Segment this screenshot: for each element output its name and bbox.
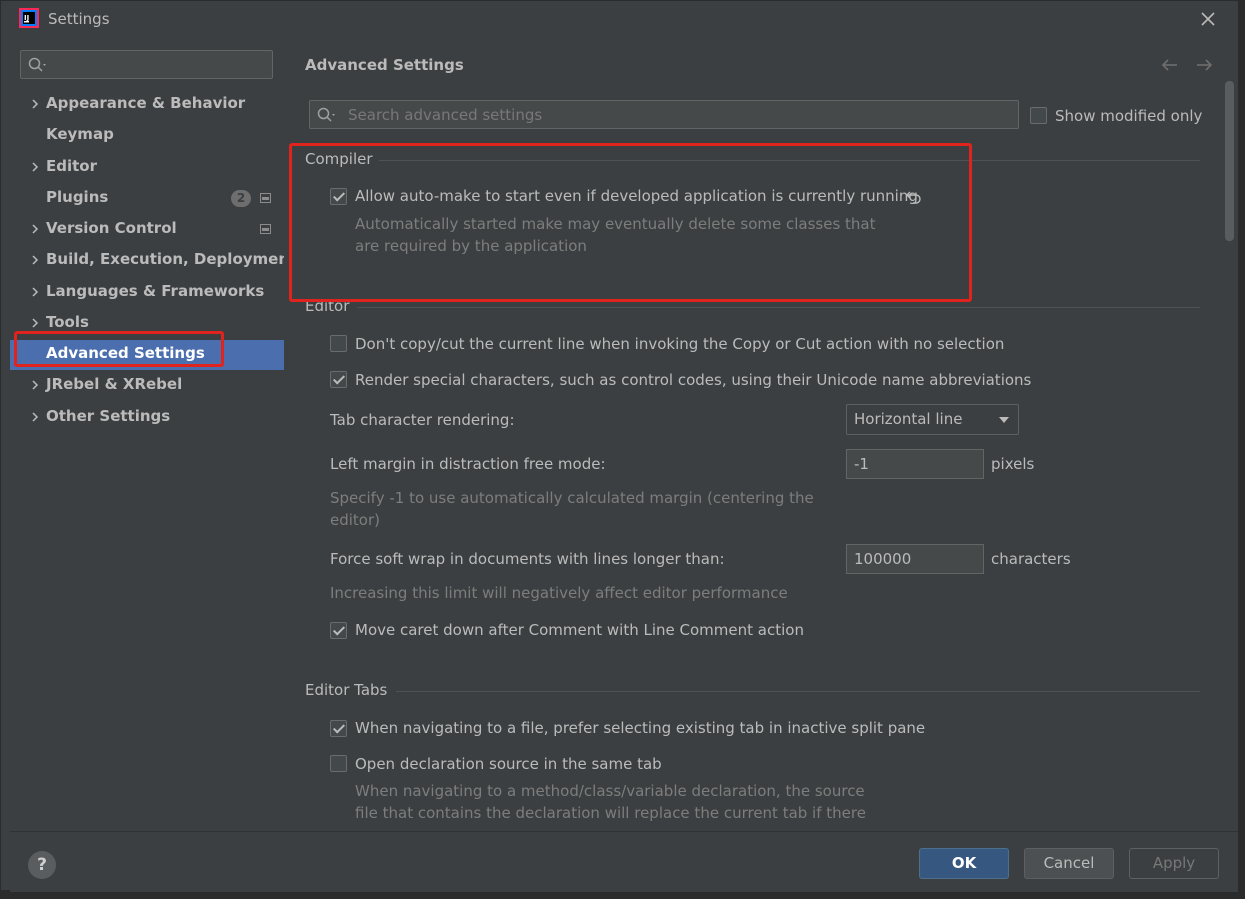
- dialog-footer: ? OK Cancel Apply: [10, 831, 1238, 892]
- sidebar-item-plugins[interactable]: Plugins 2: [10, 184, 284, 214]
- section-divider: [379, 160, 1200, 161]
- sidebar-item-languages-frameworks[interactable]: Languages & Frameworks: [10, 278, 284, 308]
- soft-wrap-field[interactable]: [846, 544, 984, 574]
- sidebar-item-label: Version Control: [46, 219, 177, 237]
- search-icon: [28, 57, 46, 72]
- plugins-update-badge: 2: [231, 190, 251, 207]
- chevron-right-icon: [32, 99, 39, 109]
- auto-make-checkbox[interactable]: [330, 188, 347, 205]
- editor-tabs-section-title: Editor Tabs: [305, 681, 388, 699]
- soft-wrap-unit: characters: [991, 550, 1071, 568]
- show-modified-only-label: Show modified only: [1055, 107, 1203, 125]
- help-button[interactable]: ?: [28, 851, 56, 879]
- tab-rendering-label: Tab character rendering:: [330, 411, 515, 429]
- open-same-tab-hint-line-2: file that contains the declaration will …: [355, 804, 866, 822]
- open-same-tab-label: Open declaration source in the same tab: [355, 755, 662, 773]
- sidebar-search-input[interactable]: [20, 50, 273, 79]
- chevron-right-icon: [32, 380, 39, 390]
- sidebar-item-appearance-behavior[interactable]: Appearance & Behavior: [10, 90, 284, 120]
- sidebar-item-label: Languages & Frameworks: [46, 282, 265, 300]
- copy-cut-line-checkbox[interactable]: [330, 335, 347, 352]
- section-divider: [396, 691, 1200, 692]
- left-margin-field[interactable]: [846, 449, 984, 479]
- tab-rendering-dropdown[interactable]: Horizontal line: [846, 404, 1019, 435]
- sidebar-item-label: Other Settings: [46, 407, 171, 425]
- auto-make-label: Allow auto-make to start even if develop…: [355, 187, 918, 205]
- reset-to-default-icon[interactable]: [905, 188, 923, 204]
- show-modified-only-checkbox[interactable]: [1030, 107, 1047, 124]
- left-margin-unit: pixels: [991, 455, 1035, 473]
- advanced-search-input[interactable]: [348, 104, 1008, 125]
- soft-wrap-label: Force soft wrap in documents with lines …: [330, 550, 725, 568]
- project-level-icon: [260, 193, 271, 203]
- page-title: Advanced Settings: [305, 56, 464, 74]
- editor-section-title: Editor: [305, 297, 350, 315]
- settings-window: IJ Settings Appearance & Behavior Keymap: [0, 0, 1238, 892]
- advanced-settings-panel: Advanced Settings Show modified only Com…: [284, 37, 1238, 831]
- sidebar-item-other-settings[interactable]: Other Settings: [10, 403, 284, 433]
- sidebar-item-advanced-settings[interactable]: Advanced Settings: [10, 340, 284, 370]
- move-caret-label: Move caret down after Comment with Line …: [355, 621, 804, 639]
- window-title: Settings: [48, 10, 110, 28]
- sidebar-item-label: Advanced Settings: [46, 344, 205, 362]
- copy-cut-line-label: Don't copy/cut the current line when inv…: [355, 335, 1005, 353]
- back-arrow-icon[interactable]: [1160, 55, 1180, 75]
- sidebar-item-label: JRebel & XRebel: [46, 375, 183, 393]
- chevron-right-icon: [32, 318, 39, 328]
- cancel-button[interactable]: Cancel: [1024, 848, 1114, 879]
- forward-arrow-icon[interactable]: [1194, 55, 1214, 75]
- settings-sidebar: Appearance & Behavior Keymap Editor Plug…: [10, 37, 296, 831]
- search-icon: [317, 107, 335, 122]
- ok-button[interactable]: OK: [919, 848, 1009, 879]
- auto-make-hint-line-1: Automatically started make may eventuall…: [355, 215, 876, 233]
- auto-make-hint-line-2: are required by the application: [355, 237, 587, 255]
- tab-rendering-value: Horizontal line: [854, 410, 963, 428]
- compiler-section-title: Compiler: [305, 150, 373, 168]
- project-level-icon: [260, 224, 271, 234]
- chevron-right-icon: [32, 287, 39, 297]
- prefer-existing-tab-label: When navigating to a file, prefer select…: [355, 719, 926, 737]
- sidebar-item-build-execution-deployment[interactable]: Build, Execution, Deployment: [10, 246, 296, 276]
- intellij-app-icon: IJ: [19, 8, 39, 28]
- chevron-right-icon: [32, 412, 39, 422]
- sidebar-item-jrebel-xrebel[interactable]: JRebel & XRebel: [10, 371, 284, 401]
- sidebar-item-version-control[interactable]: Version Control: [10, 215, 284, 245]
- svg-text:IJ: IJ: [24, 14, 29, 22]
- prefer-existing-tab-checkbox[interactable]: [330, 720, 347, 737]
- sidebar-item-editor[interactable]: Editor: [10, 153, 284, 183]
- apply-button[interactable]: Apply: [1129, 848, 1219, 879]
- open-same-tab-checkbox[interactable]: [330, 755, 347, 772]
- sidebar-item-label: Editor: [46, 157, 97, 175]
- chevron-right-icon: [32, 162, 39, 172]
- sidebar-item-label: Appearance & Behavior: [46, 94, 246, 112]
- chevron-right-icon: [32, 224, 39, 234]
- left-margin-label: Left margin in distraction free mode:: [330, 455, 606, 473]
- background-strip: [1237, 0, 1245, 899]
- sidebar-item-label: Plugins: [46, 188, 109, 206]
- section-divider: [358, 307, 1200, 308]
- dropdown-caret-icon: [999, 417, 1009, 423]
- open-same-tab-hint-line-1: When navigating to a method/class/variab…: [355, 782, 865, 800]
- left-margin-hint-line-2: editor): [330, 511, 380, 529]
- left-margin-hint-line-1: Specify -1 to use automatically calculat…: [330, 489, 814, 507]
- render-special-chars-label: Render special characters, such as contr…: [355, 371, 1032, 389]
- title-bar: IJ Settings: [1, 1, 1238, 37]
- sidebar-item-label: Build, Execution, Deployment: [46, 250, 297, 268]
- soft-wrap-hint: Increasing this limit will negatively af…: [330, 584, 788, 602]
- sidebar-item-label: Keymap: [46, 125, 114, 143]
- render-special-chars-checkbox[interactable]: [330, 371, 347, 388]
- advanced-search-box: [309, 100, 1019, 129]
- close-icon[interactable]: [1197, 8, 1219, 30]
- vertical-scrollbar-thumb[interactable]: [1225, 81, 1234, 241]
- chevron-right-icon: [32, 255, 39, 265]
- sidebar-item-keymap[interactable]: Keymap: [10, 121, 284, 151]
- sidebar-item-label: Tools: [46, 313, 89, 331]
- move-caret-checkbox[interactable]: [330, 622, 347, 639]
- sidebar-item-tools[interactable]: Tools: [10, 309, 284, 339]
